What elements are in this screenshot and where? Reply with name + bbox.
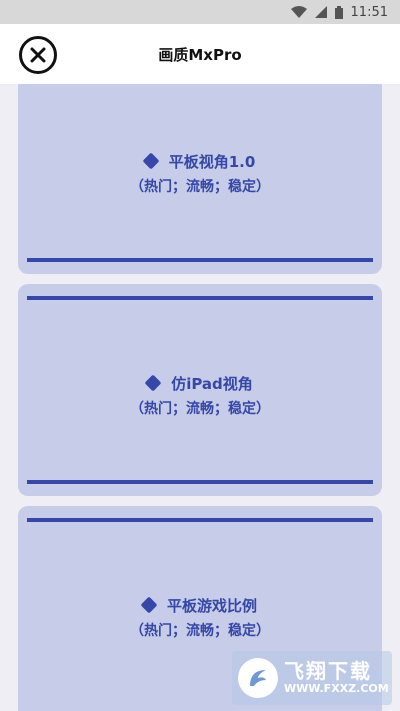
option-subtitle: （热门；流畅；稳定） xyxy=(130,179,270,195)
option-title: 平板视角1.0 xyxy=(168,153,256,171)
card-bottom-bar xyxy=(27,480,373,484)
diamond-bullet-icon xyxy=(142,152,160,169)
option-title: 平板游戏比例 xyxy=(166,597,257,615)
option-subtitle: （热门；流畅；稳定） xyxy=(130,401,270,417)
diamond-bullet-icon xyxy=(144,374,162,391)
watermark: 飞翔下载 WWW.FXXZ.COM xyxy=(232,651,392,705)
signal-icon xyxy=(314,6,327,18)
close-icon xyxy=(30,47,46,63)
battery-icon xyxy=(334,5,343,19)
card-bottom-bar xyxy=(27,258,373,262)
status-time: 11:51 xyxy=(350,4,388,20)
card-top-bar xyxy=(27,296,373,300)
option-title: 仿iPad视角 xyxy=(171,375,253,393)
watermark-brand: 飞翔下载 xyxy=(284,659,372,683)
status-bar: 11:51 xyxy=(0,0,400,24)
page-title: 画质MxPro xyxy=(158,45,242,64)
watermark-url: WWW.FXXZ.COM xyxy=(284,682,389,695)
close-button[interactable] xyxy=(19,36,57,74)
wifi-icon xyxy=(290,6,307,18)
option-card-ipad-view[interactable]: 仿iPad视角 （热门；流畅；稳定） xyxy=(18,284,382,496)
card-top-bar xyxy=(27,518,373,522)
option-subtitle: （热门；流畅；稳定） xyxy=(130,623,270,639)
app-header: 画质MxPro xyxy=(0,24,400,84)
diamond-bullet-icon xyxy=(140,596,158,613)
watermark-logo-icon xyxy=(238,658,278,698)
option-card-tablet-view[interactable]: 平板视角1.0 （热门；流畅；稳定） xyxy=(18,84,382,274)
option-list: 平板视角1.0 （热门；流畅；稳定） 仿iPad视角 （热门；流畅；稳定） 平板… xyxy=(0,84,400,711)
